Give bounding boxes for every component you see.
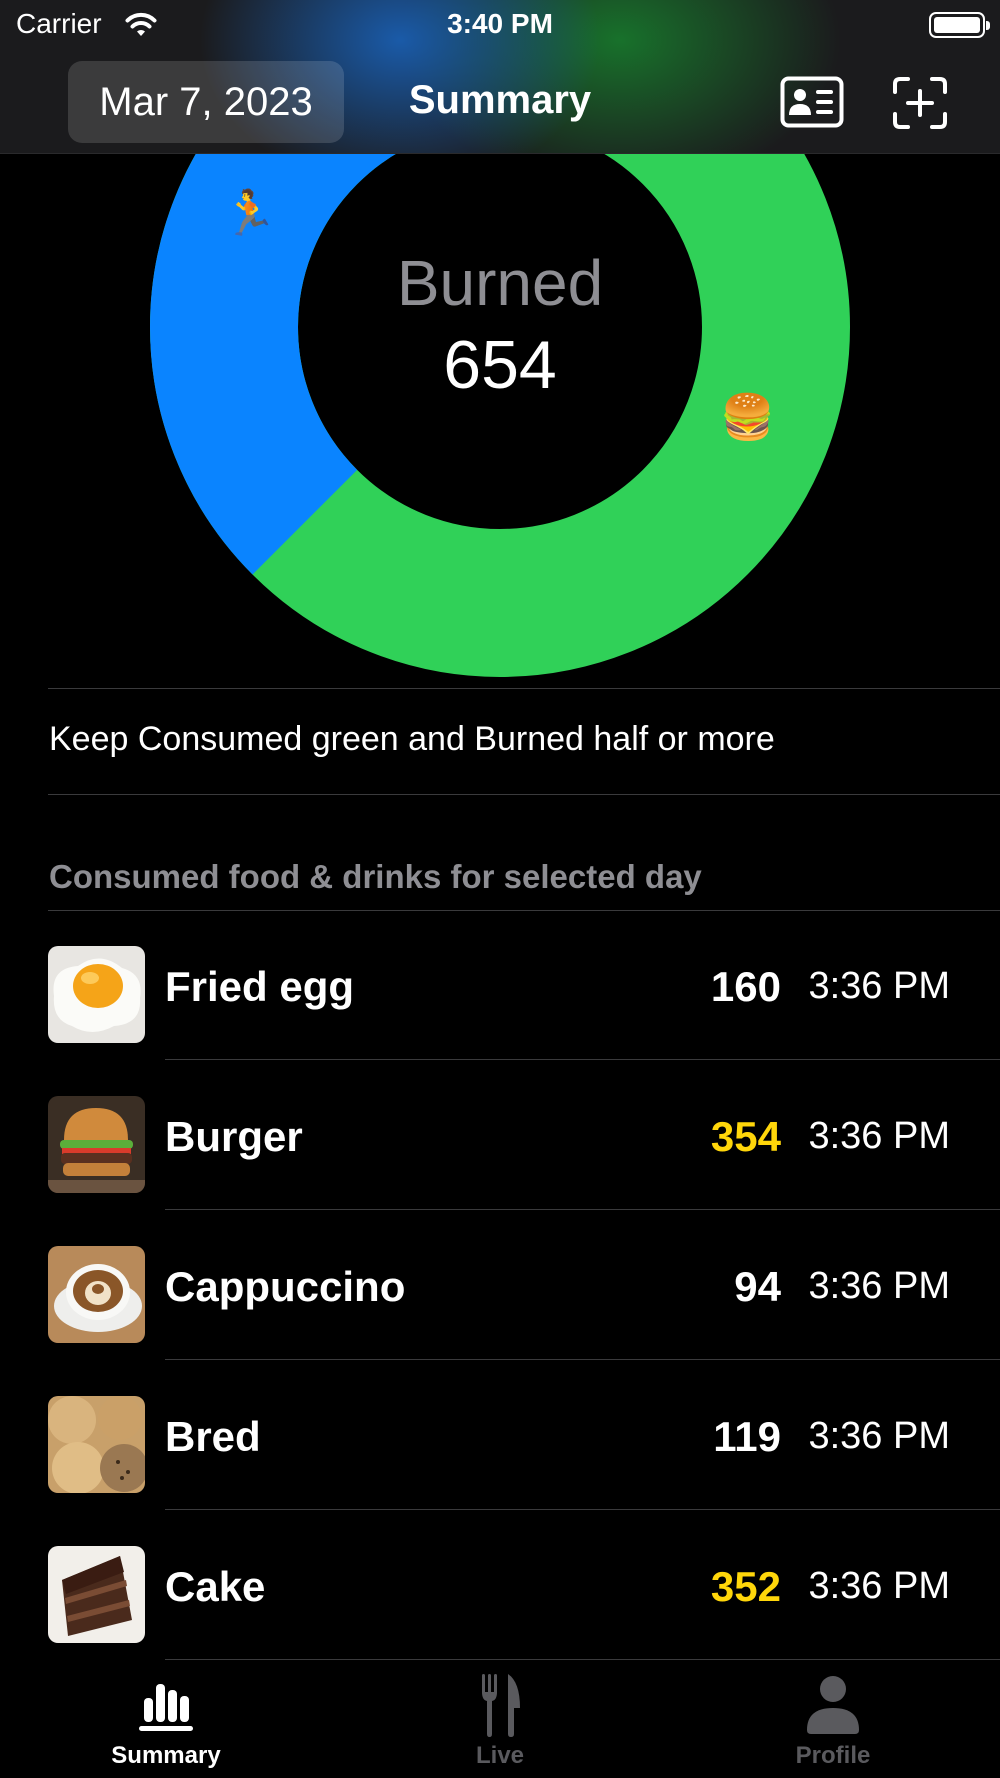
goal-hint: Keep Consumed green and Burned half or m… <box>49 720 775 758</box>
food-calories: 160 <box>710 963 781 1010</box>
cake-photo <box>48 1546 145 1643</box>
food-calories: 352 <box>710 1563 781 1610</box>
date-picker-button[interactable]: Mar 7, 2023 <box>68 61 344 143</box>
tab-profile[interactable]: Profile <box>733 1660 933 1778</box>
battery-icon <box>929 12 990 38</box>
navigation-header: Carrier 3:40 PM Mar 7, 2023 Summary <box>0 0 1000 154</box>
chart-bars-icon <box>139 1684 193 1731</box>
food-time: 3:36 PM <box>808 1565 950 1607</box>
food-name: Fried egg <box>165 963 355 1010</box>
fork-knife-icon <box>482 1674 520 1737</box>
food-time: 3:36 PM <box>808 1265 950 1307</box>
tab-label: Summary <box>111 1742 221 1769</box>
tab-summary[interactable]: Summary <box>66 1660 266 1778</box>
food-calories: 354 <box>710 1113 781 1160</box>
person-card-icon[interactable] <box>780 76 844 128</box>
food-time: 3:36 PM <box>808 1115 950 1157</box>
food-row-fried-egg[interactable]: Fried egg 160 3:36 PM <box>0 910 1000 1060</box>
food-time: 3:36 PM <box>808 1415 950 1457</box>
food-list: Fried egg 160 3:36 PM Burger 354 3:36 PM <box>0 910 1000 1660</box>
food-row-cappuccino[interactable]: Cappuccino 94 3:36 PM <box>0 1210 1000 1360</box>
tab-bar: Summary Live Profile <box>0 1660 1000 1778</box>
section-header: Consumed food & drinks for selected day <box>49 858 702 895</box>
status-time: 3:40 PM <box>447 8 553 39</box>
bread-photo <box>48 1396 145 1493</box>
burger-photo <box>48 1096 145 1193</box>
ring-center-label: Burned <box>396 247 604 319</box>
cappuccino-photo <box>48 1246 145 1343</box>
food-name: Burger <box>165 1113 303 1160</box>
food-calories: 94 <box>734 1263 781 1310</box>
food-time: 3:36 PM <box>808 965 950 1007</box>
viewfinder-plus-icon[interactable] <box>892 76 948 130</box>
running-person-icon: 🏃 <box>222 189 277 238</box>
person-icon <box>807 1676 859 1734</box>
tab-label: Live <box>475 1742 525 1769</box>
divider <box>48 688 1000 689</box>
food-name: Bred <box>165 1413 261 1460</box>
tab-live[interactable]: Live <box>400 1660 600 1778</box>
food-name: Cake <box>165 1563 266 1610</box>
food-row-bread[interactable]: Bred 119 3:36 PM <box>0 1360 1000 1510</box>
food-row-cake[interactable]: Cake 352 3:36 PM <box>0 1510 1000 1660</box>
divider <box>48 794 1000 795</box>
tab-label: Profile <box>795 1742 871 1769</box>
food-name: Cappuccino <box>165 1263 406 1310</box>
food-calories: 119 <box>713 1413 781 1460</box>
burger-icon: 🍔 <box>720 393 775 442</box>
food-row-burger[interactable]: Burger 354 3:36 PM <box>0 1060 1000 1210</box>
page-title: Summary <box>408 78 592 122</box>
fried-egg-photo <box>48 946 145 1043</box>
ring-center-value: 654 <box>443 327 557 403</box>
